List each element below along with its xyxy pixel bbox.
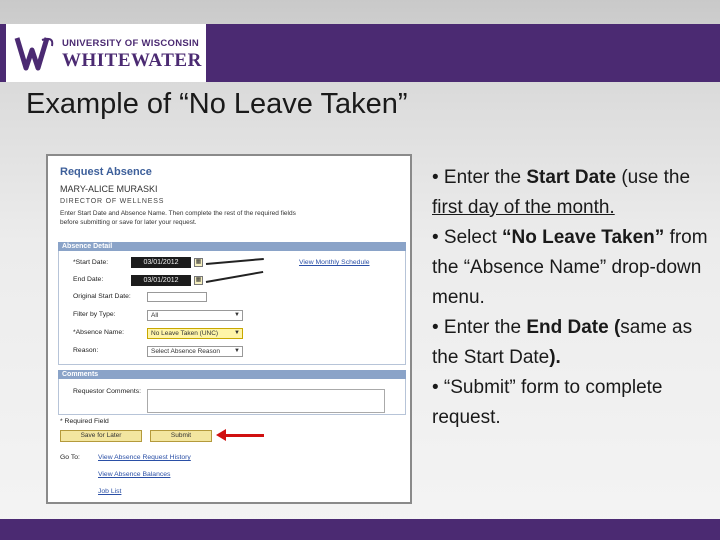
bullet-text: • Select: [432, 227, 503, 248]
end-date-pointer-arrow: [205, 270, 264, 283]
comments-section: Requestor Comments:: [58, 379, 406, 415]
start-date-pointer-arrow: [205, 257, 264, 265]
logo-whitewater-text: WHITEWATER: [62, 50, 202, 71]
view-monthly-schedule-link[interactable]: View Monthly Schedule: [299, 259, 370, 266]
reason-value: Select Absence Reason: [151, 348, 221, 355]
absence-name-value: No Leave Taken (UNC): [151, 330, 219, 337]
bullet-end-date: • Enter the End Date (same as the Start …: [432, 313, 712, 373]
bullet-bold-text: ).: [549, 347, 561, 368]
employee-department: DIRECTOR OF WELLNESS: [60, 198, 165, 205]
comments-header: Comments: [58, 370, 406, 379]
requestor-comments-label: Requestor Comments:: [73, 388, 141, 395]
absence-detail-header: Absence Detail: [58, 242, 406, 251]
start-date-input[interactable]: 03/01/2012: [131, 257, 191, 268]
original-start-date-label: Original Start Date:: [73, 293, 131, 300]
submit-button[interactable]: Submit: [150, 430, 212, 442]
footer-bar: [0, 519, 720, 540]
original-start-date-field: [147, 292, 207, 302]
required-field-note: * Required Field: [60, 418, 109, 425]
university-logo: UNIVERSITY OF WISCONSIN WHITEWATER: [6, 24, 206, 82]
instructions-line-1: Enter Start Date and Absence Name. Then …: [60, 210, 296, 217]
chevron-down-icon: ▼: [234, 348, 240, 354]
start-date-calendar-icon[interactable]: ▦: [194, 258, 203, 267]
submit-pointer-arrow: [224, 434, 264, 437]
bullet-bold-text: Start Date: [526, 167, 617, 188]
form-title: Request Absence: [60, 166, 152, 178]
end-date-label: End Date:: [73, 276, 104, 283]
job-list-link[interactable]: Job List: [98, 488, 121, 495]
request-absence-screenshot: Request Absence MARY-ALICE MURASKI DIREC…: [46, 154, 412, 504]
chevron-down-icon: ▼: [234, 330, 240, 336]
absence-detail-section: *Start Date: 03/01/2012 ▦ View Monthly S…: [58, 251, 406, 365]
absence-name-label: *Absence Name:: [73, 329, 125, 336]
save-for-later-button[interactable]: Save for Later: [60, 430, 142, 442]
bullet-bold-text: End Date: [526, 317, 609, 338]
bullet-text: • Enter the: [432, 317, 527, 338]
filter-by-type-select[interactable]: All ▼: [147, 310, 243, 321]
slide-title: Example of “No Leave Taken”: [26, 88, 408, 120]
bullet-underlined-text: first day of the month.: [432, 197, 615, 218]
bullet-text: • Enter the: [432, 167, 527, 188]
requestor-comments-textarea[interactable]: [147, 389, 385, 413]
end-date-calendar-icon[interactable]: ▦: [194, 276, 203, 285]
instructions-line-2: before submitting or save for later your…: [60, 219, 197, 226]
bullet-absence-name: • Select “No Leave Taken” from the “Abse…: [432, 223, 712, 313]
view-absence-request-history-link[interactable]: View Absence Request History: [98, 454, 191, 461]
logo-university-text: UNIVERSITY OF WISCONSIN: [62, 38, 200, 49]
end-date-input[interactable]: 03/01/2012: [131, 275, 191, 286]
start-date-label: *Start Date:: [73, 259, 109, 266]
bullet-bold-text: “No Leave Taken”: [502, 227, 665, 248]
reason-label: Reason:: [73, 347, 99, 354]
bullet-submit: • “Submit” form to complete request.: [432, 377, 663, 428]
filter-by-type-value: All: [151, 312, 159, 319]
filter-by-type-label: Filter by Type:: [73, 311, 116, 318]
instruction-bullets: • Enter the Start Date (use the first da…: [432, 163, 712, 433]
employee-name: MARY-ALICE MURASKI: [60, 184, 158, 194]
go-to-label: Go To:: [60, 454, 80, 461]
bullet-start-date: • Enter the Start Date (use the first da…: [432, 163, 712, 223]
reason-select[interactable]: Select Absence Reason ▼: [147, 346, 243, 357]
absence-name-select[interactable]: No Leave Taken (UNC) ▼: [147, 328, 243, 339]
form-instructions: Enter Start Date and Absence Name. Then …: [60, 209, 400, 227]
uw-w-logo-icon: [14, 32, 56, 74]
view-absence-balances-link[interactable]: View Absence Balances: [98, 471, 170, 478]
bullet-text: (use the: [616, 167, 691, 188]
chevron-down-icon: ▼: [234, 312, 240, 318]
